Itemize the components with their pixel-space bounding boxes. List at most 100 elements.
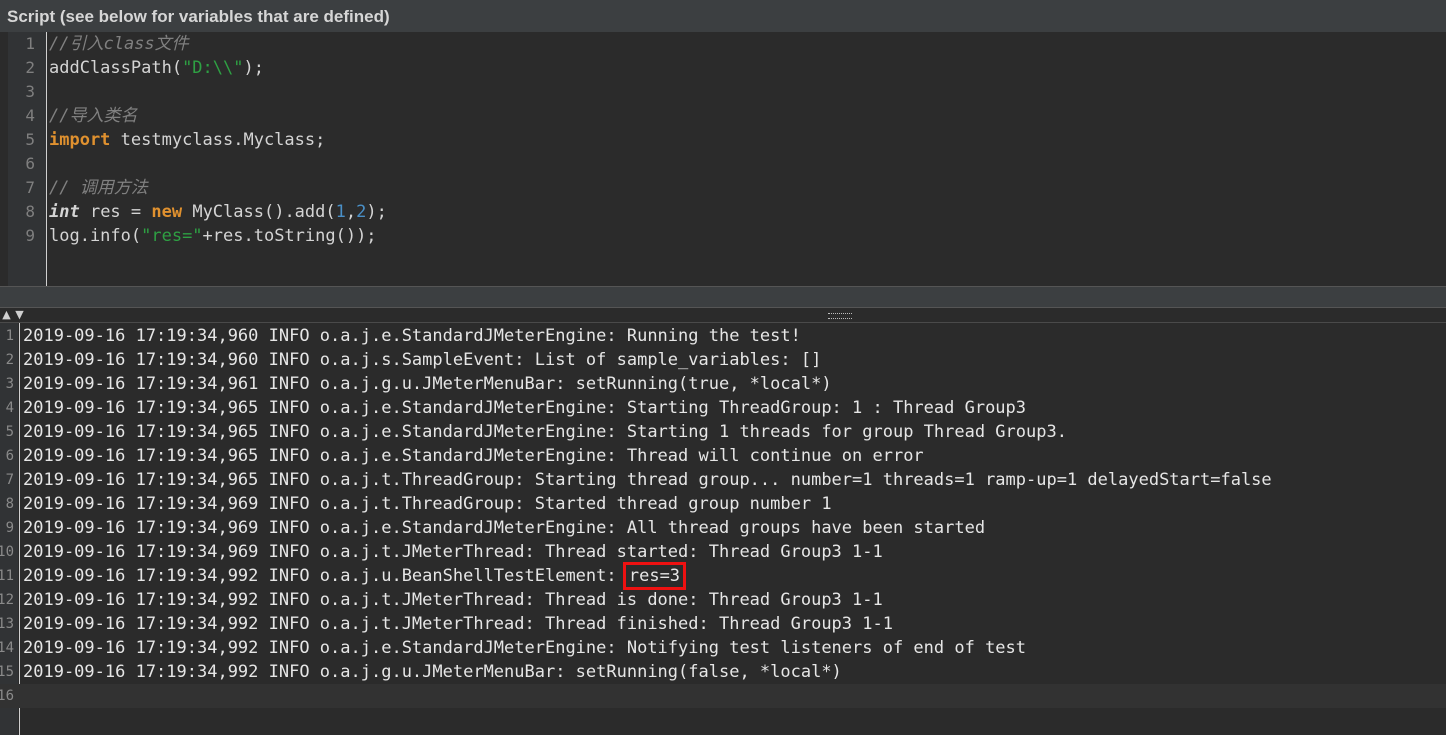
code-token-comment: //引入class文件: [49, 34, 189, 54]
line-number: 16: [0, 688, 14, 704]
line-number: 3: [5, 376, 14, 392]
log-line: 1 2019-09-16 17:19:34,960 INFO o.a.j.e.St…: [0, 324, 1446, 348]
split-collapse-controls: ▲ ▼: [0, 309, 30, 321]
log-message: 2019-09-16 17:19:34,992 INFO o.a.j.t.JMe…: [23, 590, 883, 610]
code-token-plain: log.info(: [49, 226, 142, 246]
log-line: 4 2019-09-16 17:19:34,965 INFO o.a.j.e.St…: [0, 396, 1446, 420]
code-token-number: 2: [356, 202, 367, 222]
log-line: 7 2019-09-16 17:19:34,965 INFO o.a.j.t.Th…: [0, 468, 1446, 492]
log-text: 2019-09-16 17:19:34,965 INFO o.a.j.t.Thr…: [23, 468, 1272, 492]
script-line: 8 int res = new MyClass().add(1,2);: [0, 200, 1446, 224]
log-text: 2019-09-16 17:19:34,965 INFO o.a.j.e.Sta…: [23, 420, 1067, 444]
script-line: 3: [0, 80, 1446, 104]
log-line: 13 2019-09-16 17:19:34,992 INFO o.a.j.t.J…: [0, 612, 1446, 636]
code-token-plain: ,: [345, 202, 357, 222]
log-line: 6 2019-09-16 17:19:34,965 INFO o.a.j.e.St…: [0, 444, 1446, 468]
code-token-number: 1: [335, 202, 346, 222]
script-line: 6: [0, 152, 1446, 176]
code-text: //导入类名: [49, 104, 137, 128]
code-token-keyword: new: [151, 202, 183, 222]
log-message: 2019-09-16 17:19:34,965 INFO o.a.j.e.Sta…: [23, 446, 924, 466]
code-token-type: int: [49, 202, 80, 222]
line-number: 6: [25, 154, 35, 173]
script-line: 2 addClassPath("D:\\");: [0, 56, 1446, 80]
log-message: 2019-09-16 17:19:34,965 INFO o.a.j.t.Thr…: [23, 470, 1272, 490]
line-number: 6: [5, 448, 14, 464]
line-number: 12: [0, 592, 14, 608]
collapse-down-icon[interactable]: ▼: [13, 309, 26, 321]
line-number: 7: [25, 178, 35, 197]
code-text: // 调用方法: [49, 176, 148, 200]
line-number: 13: [0, 616, 14, 632]
log-text: 2019-09-16 17:19:34,965 INFO o.a.j.e.Sta…: [23, 396, 1026, 420]
log-text: 2019-09-16 17:19:34,992 INFO o.a.j.e.Sta…: [23, 636, 1026, 660]
log-message: 2019-09-16 17:19:34,992 INFO o.a.j.u.Bea…: [23, 566, 627, 586]
code-text: log.info("res="+res.toString());: [49, 224, 377, 248]
line-number: 9: [5, 520, 14, 536]
line-number: 1: [25, 34, 35, 53]
log-message: 2019-09-16 17:19:34,992 INFO o.a.j.e.Sta…: [23, 638, 1027, 658]
code-token-keyword: import: [49, 130, 111, 150]
line-number: 10: [0, 544, 14, 560]
collapse-up-icon[interactable]: ▲: [0, 309, 13, 321]
log-line: 15 2019-09-16 17:19:34,992 INFO o.a.j.g.u…: [0, 660, 1446, 684]
code-token-plain: );: [366, 202, 387, 222]
line-number: 5: [5, 424, 14, 440]
log-line: 14 2019-09-16 17:19:34,992 INFO o.a.j.e.S…: [0, 636, 1446, 660]
code-text: //引入class文件: [49, 32, 189, 56]
line-number: 8: [5, 496, 14, 512]
log-message: 2019-09-16 17:19:34,969 INFO o.a.j.t.JMe…: [23, 542, 883, 562]
line-number: 2: [25, 58, 35, 77]
log-text: 2019-09-16 17:19:34,969 INFO o.a.j.t.Thr…: [23, 492, 832, 516]
log-message: 2019-09-16 17:19:34,961 INFO o.a.j.g.u.J…: [23, 374, 832, 394]
log-viewer[interactable]: 1 2019-09-16 17:19:34,960 INFO o.a.j.e.St…: [0, 322, 1446, 735]
log-line: 12 2019-09-16 17:19:34,992 INFO o.a.j.t.J…: [0, 588, 1446, 612]
log-text: 2019-09-16 17:19:34,992 INFO o.a.j.t.JMe…: [23, 588, 883, 612]
log-line: 10 2019-09-16 17:19:34,969 INFO o.a.j.t.J…: [0, 540, 1446, 564]
log-line: 11 2019-09-16 17:19:34,992 INFO o.a.j.u.B…: [0, 562, 1446, 590]
line-number: 8: [25, 202, 35, 221]
drag-handle-icon[interactable]: [828, 313, 852, 319]
line-number: 5: [25, 130, 35, 149]
code-token-plain: testmyclass.Myclass;: [110, 130, 326, 150]
line-number: 3: [25, 82, 35, 101]
log-text: 2019-09-16 17:19:34,992 INFO o.a.j.g.u.J…: [23, 660, 842, 684]
code-token-plain: MyClass().add(: [182, 202, 336, 222]
log-message: 2019-09-16 17:19:34,965 INFO o.a.j.e.Sta…: [23, 422, 1067, 442]
log-text: 2019-09-16 17:19:34,965 INFO o.a.j.e.Sta…: [23, 444, 924, 468]
line-number: 14: [0, 640, 14, 656]
script-line: 1 //引入class文件: [0, 32, 1446, 56]
split-pane-divider[interactable]: [0, 286, 1446, 308]
log-text: 2019-09-16 17:19:34,992 INFO o.a.j.u.Bea…: [23, 562, 687, 590]
line-number: 4: [5, 400, 14, 416]
log-text: 2019-09-16 17:19:34,992 INFO o.a.j.t.JMe…: [23, 612, 893, 636]
log-line: 9 2019-09-16 17:19:34,969 INFO o.a.j.e.St…: [0, 516, 1446, 540]
code-token-comment: //导入类名: [49, 106, 138, 126]
log-line: 5 2019-09-16 17:19:34,965 INFO o.a.j.e.St…: [0, 420, 1446, 444]
log-text: 2019-09-16 17:19:34,960 INFO o.a.j.s.Sam…: [23, 348, 821, 372]
log-message: 2019-09-16 17:19:34,965 INFO o.a.j.e.Sta…: [23, 398, 1027, 418]
log-text: 2019-09-16 17:19:34,960 INFO o.a.j.e.Sta…: [23, 324, 801, 348]
line-number: 9: [25, 226, 35, 245]
line-number: 15: [0, 664, 14, 680]
code-text: import testmyclass.Myclass;: [49, 128, 325, 152]
code-token-plain: );: [243, 58, 264, 78]
log-text: 2019-09-16 17:19:34,969 INFO o.a.j.t.JMe…: [23, 540, 883, 564]
script-line: 5 import testmyclass.Myclass;: [0, 128, 1446, 152]
code-token-string: "res=": [141, 226, 203, 246]
log-message: 2019-09-16 17:19:34,960 INFO o.a.j.s.Sam…: [23, 350, 822, 370]
script-panel-title: Script (see below for variables that are…: [0, 0, 1446, 32]
script-line: 4 //导入类名: [0, 104, 1446, 128]
log-message: 2019-09-16 17:19:34,960 INFO o.a.j.e.Sta…: [23, 326, 801, 346]
code-token-plain: addClassPath(: [49, 58, 183, 78]
log-text: 2019-09-16 17:19:34,969 INFO o.a.j.e.Sta…: [23, 516, 985, 540]
script-editor[interactable]: 1 //引入class文件 2 addClassPath("D:\\"); 3 4 //导入…: [0, 32, 1446, 286]
log-message: 2019-09-16 17:19:34,969 INFO o.a.j.e.Sta…: [23, 518, 986, 538]
code-token-comment: // 调用方法: [49, 178, 148, 198]
log-line: 3 2019-09-16 17:19:34,961 INFO o.a.j.g.u.…: [0, 372, 1446, 396]
line-number: 7: [5, 472, 14, 488]
line-number: 1: [5, 328, 14, 344]
code-token-plain: res =: [79, 202, 152, 222]
line-number: 11: [0, 568, 14, 584]
log-message: 2019-09-16 17:19:34,992 INFO o.a.j.t.JMe…: [23, 614, 893, 634]
